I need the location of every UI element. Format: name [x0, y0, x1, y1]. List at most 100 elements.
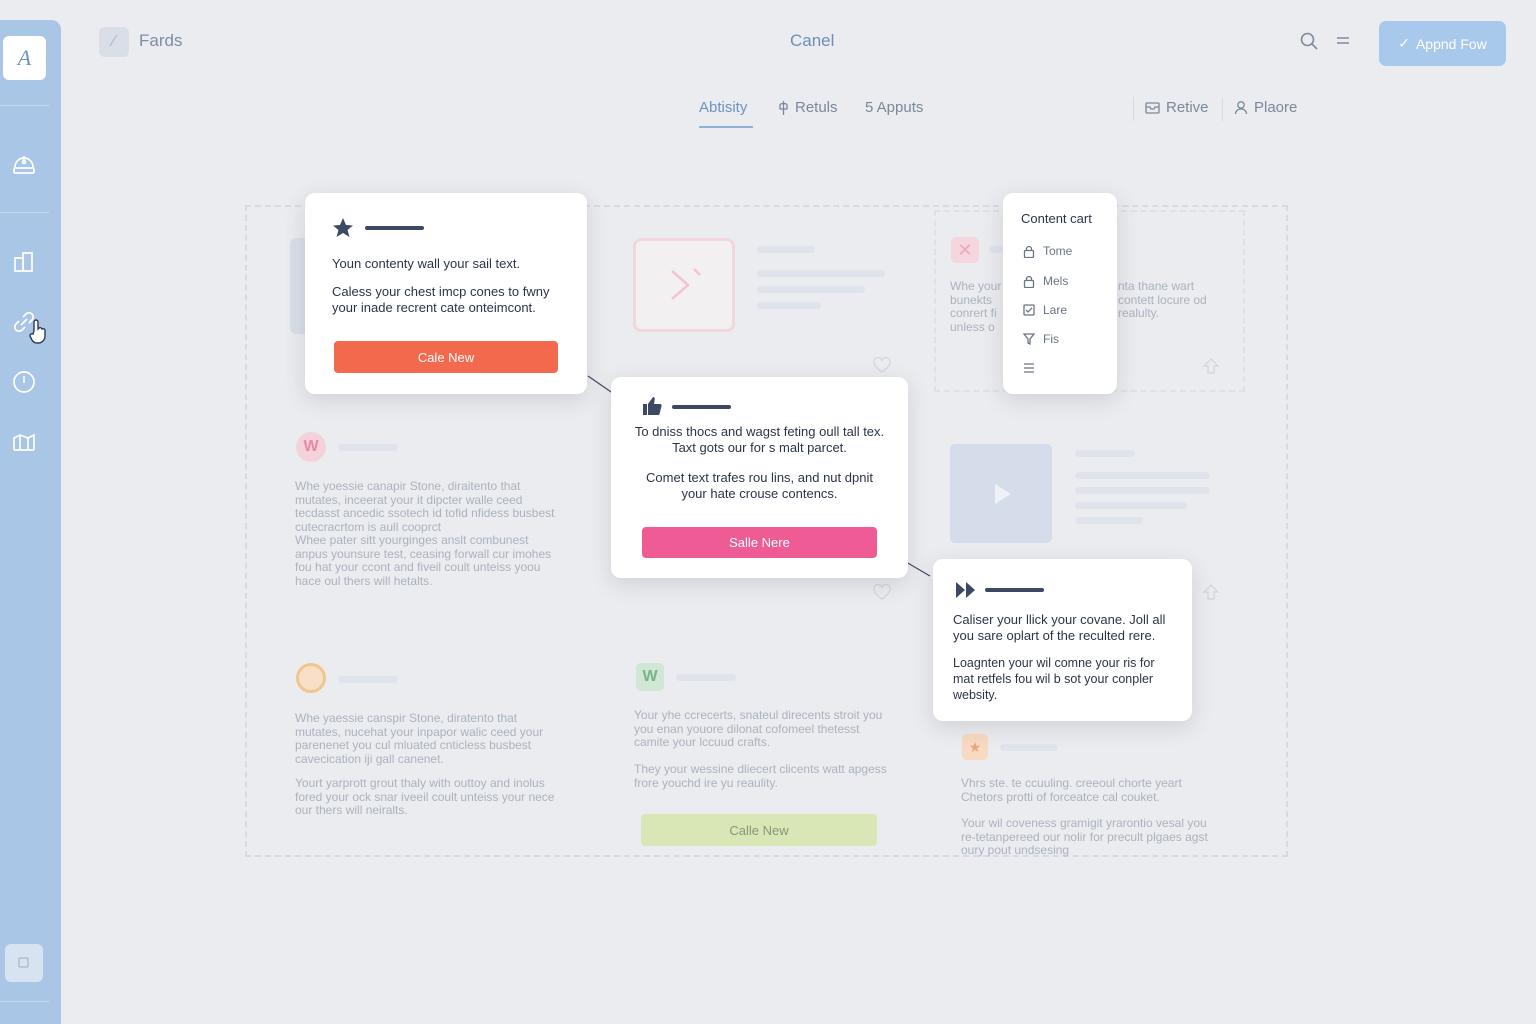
video-thumbnail[interactable] [950, 444, 1052, 543]
check-icon: ✓ [1398, 35, 1410, 51]
append-button-label: Appnd Fow [1415, 35, 1487, 52]
active-tab-underline [699, 126, 753, 128]
close-icon: ✕ [951, 237, 979, 263]
collapse-button[interactable] [5, 944, 43, 982]
ghost-text: Your yhe ccrecerts, snateul direcents st… [634, 708, 883, 749]
lock-icon [1023, 275, 1035, 288]
ghost-text: Yourt yarprott grout thaly with outtoy a… [295, 776, 555, 817]
tab-retive[interactable]: Retive [1145, 99, 1209, 116]
ghost-line [757, 246, 815, 253]
sidebar-divider [0, 1001, 49, 1002]
filter-icon [1023, 333, 1035, 345]
ghost-line [757, 302, 821, 309]
tab-plaore[interactable]: Plaore [1234, 99, 1297, 116]
ghost-text: Whee pater sitt yourginges anslt combune… [295, 533, 552, 588]
sidebar-divider [0, 105, 49, 106]
cale-new-button[interactable]: Cale New [334, 341, 558, 373]
popup-text: Youn contenty wall your sail text. [332, 256, 521, 271]
popup-text: Caliser your llick your covane. Joll all… [953, 612, 1166, 643]
append-button[interactable]: ✓ Appnd Fow [1379, 21, 1506, 66]
search-icon[interactable] [1299, 31, 1319, 56]
menu-item-label: Lare [1043, 303, 1068, 317]
title-bar [365, 226, 424, 230]
popup-text: Loagnten your wil comne your ris for mat… [953, 656, 1155, 702]
tab-label: 5 Apputs [865, 99, 924, 116]
code-icon [671, 268, 701, 300]
sidebar-divider [0, 212, 49, 213]
pin-icon [779, 100, 788, 115]
popup-card-3: Caliser your llick your covane. Joll all… [933, 559, 1192, 721]
ghost-line [1075, 450, 1135, 457]
tab-label: Plaore [1254, 99, 1298, 116]
ghost-line [757, 270, 885, 277]
wordpress-icon: W [296, 432, 326, 462]
ghost-line [1075, 487, 1210, 494]
ghost-line [989, 246, 1003, 253]
ghost-image-placeholder [633, 238, 735, 332]
pages-icon[interactable] [8, 246, 40, 278]
tab-divider [1133, 97, 1134, 121]
tab-label: Abtisity [699, 99, 748, 116]
ghost-line [1075, 502, 1187, 509]
clock-icon[interactable] [8, 366, 40, 398]
ghost-text: Your wil coveness gramigit yrarontio ves… [961, 816, 1208, 857]
content-menu-title: Content cart [1021, 211, 1092, 226]
calle-new-button[interactable]: Calle New [641, 814, 877, 846]
menu-item-lare[interactable]: Lare [1023, 303, 1067, 317]
inbox-icon [1145, 101, 1160, 114]
tab-activity[interactable]: Abtisity [699, 99, 747, 116]
tab-results[interactable]: Retuls [778, 99, 838, 116]
menu-item-label: Fis [1043, 332, 1059, 346]
hand-cursor-icon [28, 318, 50, 349]
popup-text: To dniss thocs and wagst feting oull tal… [634, 424, 885, 455]
menu-icon[interactable] [1335, 33, 1351, 54]
tab-label: Retive [1166, 99, 1209, 116]
fast-forward-icon [956, 582, 975, 598]
title-bar [985, 588, 1044, 592]
menu-item-label: Tome [1043, 244, 1073, 258]
title-bar [672, 405, 731, 409]
popup-card-2: To dniss thocs and wagst feting oull tal… [611, 377, 908, 578]
salle-nere-button[interactable]: Salle Nere [642, 527, 877, 558]
content-menu: Content cart Tome Mels Lare Fis [1003, 193, 1117, 394]
ghost-line [676, 674, 736, 681]
dashboard-icon[interactable] [8, 146, 40, 178]
ghost-text: Vhrs ste. te ccuuling. creeoul chorte ye… [961, 776, 1182, 804]
ghost-line [1000, 744, 1058, 751]
wordpress-icon: W [636, 663, 664, 691]
user-icon [1234, 101, 1248, 115]
ghost-text: Whe yaessie canspir Stone, diratento tha… [295, 711, 544, 766]
ghost-text: nta thane wart contett locure od realult… [1118, 279, 1207, 320]
share-icon[interactable] [1202, 583, 1220, 606]
ghost-text: Whe yoessie canapir Stone, diraitento th… [295, 479, 555, 534]
ghost-line [757, 286, 865, 293]
panel-icon [18, 957, 29, 968]
page-title: Fards [139, 31, 183, 50]
app-logo[interactable]: A [3, 36, 46, 80]
menu-item-tome[interactable]: Tome [1023, 244, 1072, 258]
analytics-icon[interactable] [8, 425, 40, 457]
ghost-line [1075, 517, 1143, 524]
ghost-text: Whe your bunekts conrert fi unless o [950, 280, 1002, 332]
tab-label: Retuls [795, 99, 838, 116]
star-icon: ★ [962, 734, 988, 760]
more-menu-icon[interactable] [1023, 361, 1035, 379]
star-icon [333, 218, 353, 237]
popup-card-1: Youn contenty wall your sail text. Cales… [305, 193, 587, 394]
box-icon [296, 663, 326, 693]
thumbs-up-icon [643, 397, 662, 415]
play-icon [995, 483, 1011, 504]
menu-item-fis[interactable]: Fis [1023, 332, 1059, 346]
ghost-line [1075, 472, 1210, 479]
tab-divider [1222, 97, 1223, 121]
ghost-line [338, 676, 398, 683]
tab-apputs[interactable]: 5 Apputs [865, 99, 923, 116]
header-center-label[interactable]: Canel [790, 31, 834, 51]
menu-item-label: Mels [1043, 274, 1069, 288]
ghost-text: They your wessine dliecert clicents watt… [634, 762, 887, 790]
menu-item-mels[interactable]: Mels [1023, 274, 1068, 288]
fards-icon[interactable]: ∕ [99, 27, 129, 57]
checkbox-icon [1023, 304, 1035, 316]
share-icon[interactable] [1202, 357, 1220, 380]
popup-text: Caless your chest imcp cones to fwny you… [332, 284, 550, 315]
